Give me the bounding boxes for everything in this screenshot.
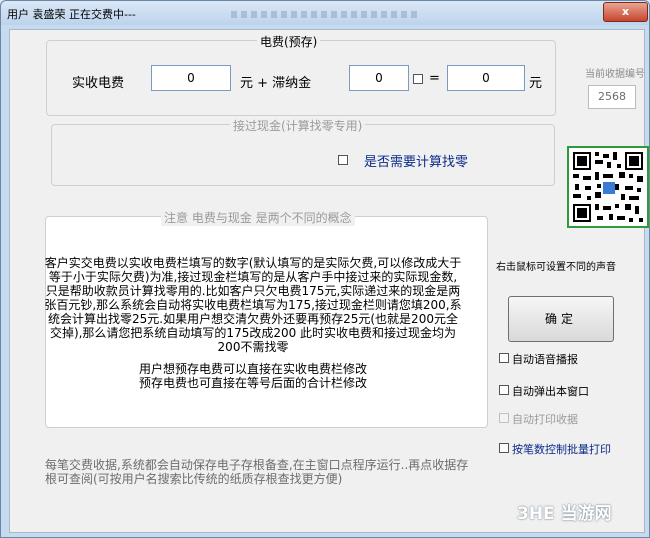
notice-text: 客户实交电费以实收电费栏填写的数字(默认填写的是实际欠费,可以修改成大于等于小于… <box>44 256 462 390</box>
qr-code-icon <box>567 146 649 228</box>
notice-group-label: 注意 电费与现金 是两个不同的概念 <box>161 209 355 226</box>
close-button[interactable]: x <box>603 2 648 22</box>
batch-print-label[interactable]: 按笔数控制批量打印 <box>512 441 611 457</box>
receipt-number-label: 当前收据编号 <box>585 69 645 80</box>
sound-hint-label: 右击鼠标可设置不同的声音 <box>496 262 616 273</box>
need-change-label[interactable]: 是否需要计算找零 <box>364 151 468 170</box>
paid-fee-input[interactable]: 0 <box>151 65 231 91</box>
auto-print-label: 自动打印收据 <box>512 413 578 426</box>
watermark: 3HE 当游网 <box>517 504 612 524</box>
voice-broadcast-checkbox[interactable] <box>499 353 509 363</box>
title-bar[interactable]: 用户 袁盛荣 正在交费中--- x <box>1 1 649 25</box>
auto-popup-checkbox[interactable] <box>499 385 509 395</box>
title-bar-decoration <box>231 11 421 18</box>
window-title: 用户 袁盛荣 正在交费中--- <box>7 8 136 21</box>
total-input[interactable]: 0 <box>447 65 525 91</box>
voice-broadcast-label[interactable]: 自动语音播报 <box>512 351 578 367</box>
notice-paragraph-1: 客户实交电费以实收电费栏填写的数字(默认填写的是实际欠费,可以修改成大于等于小于… <box>44 256 462 354</box>
need-change-checkbox[interactable] <box>338 155 348 165</box>
fee-group: 电费(预存) 实收电费 0 元 + 滞纳金 0 = 0 元 <box>46 33 556 116</box>
unit-label: 元 <box>529 76 543 91</box>
receipt-number-field: 2568 <box>588 85 636 109</box>
auto-print-checkbox <box>499 413 509 423</box>
application-window: 用户 袁盛荣 正在交费中--- x 电费(预存) 实收电费 0 元 + 滞纳金 … <box>0 0 650 538</box>
notice-paragraph-2: 用户想预存电费可以直接在实收电费栏修改 <box>138 362 367 376</box>
client-area: 电费(预存) 实收电费 0 元 + 滞纳金 0 = 0 元 当前收据编号 256… <box>9 29 649 533</box>
cash-group-label: 接过现金(计算找零专用) <box>230 117 366 134</box>
cash-group: 接过现金(计算找零专用) 是否需要计算找零 <box>51 117 555 186</box>
auto-popup-label[interactable]: 自动弹出本窗口 <box>512 383 589 399</box>
close-icon: x <box>621 5 630 18</box>
equals-sign: = <box>429 71 440 86</box>
batch-print-checkbox[interactable] <box>499 443 509 453</box>
late-fee-checkbox[interactable] <box>413 74 423 84</box>
ok-button[interactable]: 确定 <box>508 296 614 342</box>
unit-plus-late-fee-label: 元 + 滞纳金 <box>240 76 312 91</box>
fee-group-label: 电费(预存) <box>257 33 321 50</box>
notice-paragraph-3: 预存电费也可直接在等号后面的合计栏修改 <box>138 376 367 390</box>
late-fee-input[interactable]: 0 <box>349 65 409 91</box>
paid-fee-label: 实收电费 <box>72 76 125 91</box>
footer-note: 每笔交费收据,系统都会自动保存电子存根备查,在主窗口点程序运行..再点收据存根可… <box>45 458 469 486</box>
